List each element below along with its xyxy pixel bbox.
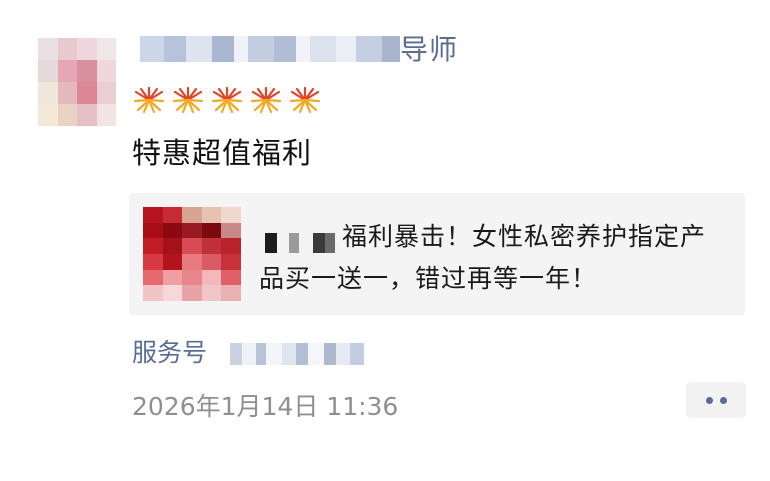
shared-article-card[interactable]: 福利暴击！女性私密养护指定产 品买一送一，错过再等一年！ [129,193,745,315]
post-text: 特惠超值福利 [132,136,313,170]
fireworks-icon [250,86,282,114]
more-options-button[interactable] [686,382,746,418]
fireworks-icon [211,86,243,114]
fireworks-icon [289,86,321,114]
author-name-suffix[interactable]: 导师 [400,28,458,68]
card-title-continued: 品买一送一，错过再等一年！ [259,264,598,293]
fireworks-icon [133,86,165,114]
source-label[interactable]: 服务号 [132,333,207,369]
source-name-redacted[interactable] [230,343,364,365]
avatar[interactable] [38,38,116,126]
author-name-redacted[interactable] [140,34,400,64]
fireworks-icon [172,86,204,114]
card-title-redacted [265,233,335,253]
emoji-row [132,86,322,116]
article-thumbnail [143,207,241,301]
timestamp: 2026年1月14日 11:36 [132,392,399,421]
more-dots-icon [719,396,727,404]
card-title: 福利暴击！女性私密养护指定产 [342,222,707,251]
more-dots-icon [705,396,713,404]
